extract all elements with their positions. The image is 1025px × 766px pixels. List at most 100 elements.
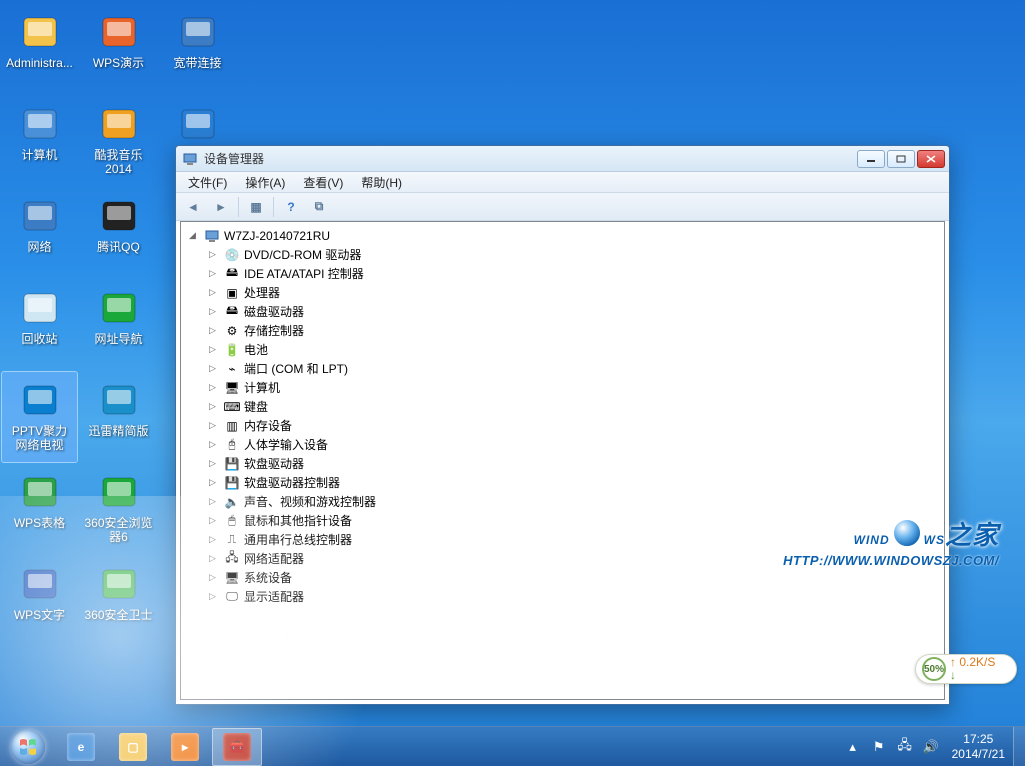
desktop-icon-app-thunder-lite[interactable]: 迅雷精简版 bbox=[81, 372, 156, 462]
expand-icon[interactable]: ▷ bbox=[207, 458, 218, 469]
expand-icon[interactable]: ▷ bbox=[207, 344, 218, 355]
node-label: 电池 bbox=[244, 341, 268, 358]
desktop-icon-app-wps-presentation[interactable]: WPS演示 bbox=[81, 4, 156, 94]
desktop[interactable]: Administra... WPS演示 宽带连接 计算机 酷我音乐2014 网络… bbox=[0, 0, 1025, 766]
brand-url: HTTP://WWW.WINDOWSZJ.COM/ bbox=[783, 553, 999, 568]
app-qq-icon bbox=[97, 194, 141, 238]
help-button[interactable]: ? bbox=[280, 196, 302, 218]
taskbar-devmgr[interactable]: 🧰 bbox=[212, 728, 262, 766]
recycle-bin-icon bbox=[18, 286, 62, 330]
node-label: 人体学输入设备 bbox=[244, 436, 328, 453]
minimize-button[interactable] bbox=[857, 150, 885, 168]
maximize-button[interactable] bbox=[887, 150, 915, 168]
expand-icon[interactable]: ▷ bbox=[207, 420, 218, 431]
clock-time: 17:25 bbox=[952, 732, 1005, 746]
expand-icon[interactable]: ▷ bbox=[207, 287, 218, 298]
taskbar: e▢▸🧰 ▴ ⚑ 🖧 🔊 17:25 2014/7/21 bbox=[0, 726, 1025, 766]
desktop-icon-network[interactable]: 网络 bbox=[2, 188, 77, 278]
node-battery[interactable]: ▷ 🔋 电池 bbox=[201, 340, 944, 359]
tray-expand[interactable]: ▴ bbox=[843, 737, 863, 757]
tray-volume[interactable]: 🔊 bbox=[921, 737, 941, 757]
tree-root[interactable]: ◢ W7ZJ-20140721RU bbox=[181, 226, 944, 245]
node-display[interactable]: ▷ 🖵 显示适配器 bbox=[201, 587, 944, 606]
expand-icon[interactable]: ▷ bbox=[207, 496, 218, 507]
node-ports[interactable]: ▷ ⌁ 端口 (COM 和 LPT) bbox=[201, 359, 944, 378]
desktop-icon-broadband-connection[interactable]: 宽带连接 bbox=[160, 4, 235, 94]
expand-icon[interactable]: ▷ bbox=[207, 249, 218, 260]
node-system[interactable]: ▷ 🖥 系统设备 bbox=[201, 568, 944, 587]
menu-file[interactable]: 文件(F) bbox=[180, 172, 235, 193]
show-hidden-button[interactable]: ▦ bbox=[245, 196, 267, 218]
titlebar[interactable]: 设备管理器 bbox=[176, 146, 949, 172]
back-button[interactable]: ◄ bbox=[182, 196, 204, 218]
icon-label: 网络 bbox=[27, 240, 51, 254]
desktop-icon-computer[interactable]: 计算机 bbox=[2, 96, 77, 186]
app-pptv-icon bbox=[18, 378, 62, 422]
desktop-icon-folder-administrator[interactable]: Administra... bbox=[2, 4, 77, 94]
expand-icon[interactable]: ▷ bbox=[207, 268, 218, 279]
expand-icon[interactable]: ▷ bbox=[207, 515, 218, 526]
node-storage[interactable]: ▷ ⚙ 存储控制器 bbox=[201, 321, 944, 340]
node-computer[interactable]: ▷ 🖥 计算机 bbox=[201, 378, 944, 397]
icon-label: 网址导航 bbox=[94, 332, 142, 346]
node-ide[interactable]: ▷ 🖴 IDE ATA/ATAPI 控制器 bbox=[201, 264, 944, 283]
expand-icon[interactable]: ▷ bbox=[207, 553, 218, 564]
node-floppy-ctrl[interactable]: ▷ 💾 软盘驱动器控制器 bbox=[201, 473, 944, 492]
desktop-icon-recycle-bin[interactable]: 回收站 bbox=[2, 280, 77, 370]
forward-button[interactable]: ► bbox=[210, 196, 232, 218]
expand-icon[interactable]: ▷ bbox=[207, 477, 218, 488]
node-memory[interactable]: ▷ ▥ 内存设备 bbox=[201, 416, 944, 435]
desktop-icon-app-360-browser[interactable]: 360安全浏览器6 bbox=[81, 464, 156, 554]
expand-icon[interactable]: ▷ bbox=[207, 439, 218, 450]
broadband-connection-icon bbox=[176, 10, 220, 54]
taskbar-explorer[interactable]: ▢ bbox=[108, 728, 158, 766]
node-hid-icon: 🖰 bbox=[224, 437, 240, 453]
toolbar-divider bbox=[273, 197, 274, 217]
start-button[interactable] bbox=[0, 727, 55, 766]
tray-flag[interactable]: ⚑ bbox=[869, 737, 889, 757]
toolbar-divider bbox=[238, 197, 239, 217]
tray-network[interactable]: 🖧 bbox=[895, 737, 915, 757]
app-nav-icon bbox=[97, 286, 141, 330]
app-kuwo-music-icon bbox=[97, 102, 141, 146]
node-cpu[interactable]: ▷ ▣ 处理器 bbox=[201, 283, 944, 302]
collapse-icon[interactable]: ◢ bbox=[187, 230, 198, 241]
expand-icon[interactable]: ▷ bbox=[207, 401, 218, 412]
node-sound[interactable]: ▷ 🔈 声音、视频和游戏控制器 bbox=[201, 492, 944, 511]
expand-icon[interactable]: ▷ bbox=[207, 382, 218, 393]
node-floppy[interactable]: ▷ 💾 软盘驱动器 bbox=[201, 454, 944, 473]
node-keyboard[interactable]: ▷ ⌨ 键盘 bbox=[201, 397, 944, 416]
expand-icon[interactable]: ▷ bbox=[207, 306, 218, 317]
desktop-icon-app-nav[interactable]: 网址导航 bbox=[81, 280, 156, 370]
expand-icon[interactable]: ▷ bbox=[207, 591, 218, 602]
desktop-icon-app-wps-spreadsheet[interactable]: WPS表格 bbox=[2, 464, 77, 554]
desktop-icon-app-qq[interactable]: 腾讯QQ bbox=[81, 188, 156, 278]
expand-icon[interactable]: ▷ bbox=[207, 363, 218, 374]
desktop-icon-app-pptv[interactable]: PPTV聚力 网络电视 bbox=[2, 372, 77, 462]
node-dvd[interactable]: ▷ 💿 DVD/CD-ROM 驱动器 bbox=[201, 245, 944, 264]
menu-view[interactable]: 查看(V) bbox=[295, 172, 351, 193]
expand-icon[interactable]: ▷ bbox=[207, 572, 218, 583]
menu-help[interactable]: 帮助(H) bbox=[353, 172, 410, 193]
netspeed-widget[interactable]: 50% ↑ 0.2K/S ↓ bbox=[915, 654, 1017, 684]
icon-label: WPS演示 bbox=[93, 56, 144, 70]
desktop-icon-app-360-safe[interactable]: 360安全卫士 bbox=[81, 556, 156, 646]
tree-pane[interactable]: ◢ W7ZJ-20140721RU▷ 💿 DVD/CD-ROM 驱动器▷ 🖴 I… bbox=[180, 221, 945, 700]
upload-speed: ↑ 0.2K/S bbox=[950, 656, 995, 669]
node-hid[interactable]: ▷ 🖰 人体学输入设备 bbox=[201, 435, 944, 454]
icon-label: 宽带连接 bbox=[173, 56, 221, 70]
properties-button[interactable]: ⧉ bbox=[308, 196, 330, 218]
close-button[interactable] bbox=[917, 150, 945, 168]
clock[interactable]: 17:25 2014/7/21 bbox=[944, 732, 1013, 761]
node-disk[interactable]: ▷ 🖴 磁盘驱动器 bbox=[201, 302, 944, 321]
show-desktop-button[interactable] bbox=[1013, 727, 1025, 766]
expand-icon[interactable]: ▷ bbox=[207, 325, 218, 336]
expand-icon[interactable]: ▷ bbox=[207, 534, 218, 545]
taskbar-ie[interactable]: e bbox=[56, 728, 106, 766]
app-wps-spreadsheet-icon bbox=[18, 470, 62, 514]
desktop-icon-app-wps-writer[interactable]: WPS文字 bbox=[2, 556, 77, 646]
desktop-icon-app-kuwo-music[interactable]: 酷我音乐2014 bbox=[81, 96, 156, 186]
icon-label: 回收站 bbox=[21, 332, 57, 346]
taskbar-mediaplayer[interactable]: ▸ bbox=[160, 728, 210, 766]
menu-action[interactable]: 操作(A) bbox=[237, 172, 293, 193]
